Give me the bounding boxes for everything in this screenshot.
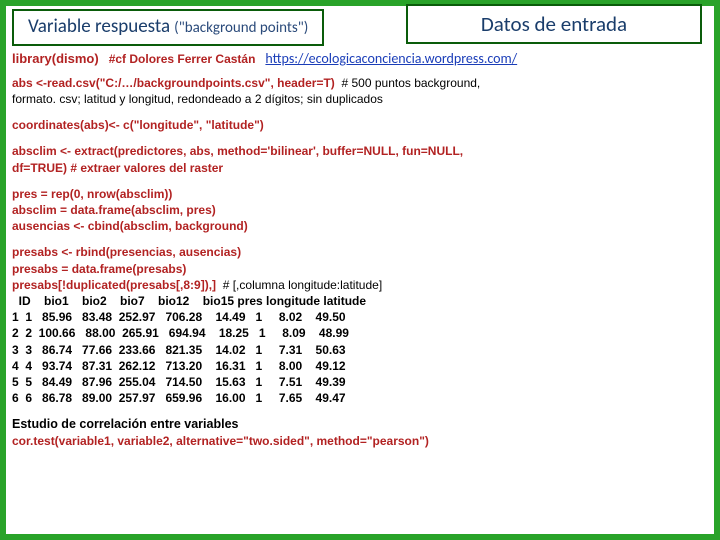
library-call: library(dismo)	[12, 50, 99, 68]
credit-row: library(dismo) #cf Dolores Ferrer Castán…	[12, 50, 708, 69]
presabs-df: presabs = data.frame(presabs)	[12, 262, 186, 276]
table-row: 6 6 86.78 89.00 257.97 659.96 16.00 1 7.…	[12, 391, 346, 405]
author-credit: #cf Dolores Ferrer Castán	[109, 51, 256, 67]
table-row: 5 5 84.49 87.96 255.04 714.50 15.63 1 7.…	[12, 375, 346, 389]
read-csv-line: abs <-read.csv("C:/…/backgroundpoints.cs…	[12, 76, 335, 90]
title-left-sub: ("background points")	[174, 16, 308, 40]
title-right-box: Datos de entrada	[406, 4, 702, 44]
extract-line-b: df=TRUE) # extraer valores del raster	[12, 161, 223, 175]
ausencias-line: ausencias <- cbind(absclim, background)	[12, 219, 248, 233]
study-title: Estudio de correlación entre variables	[12, 416, 708, 433]
title-left-main: Variable respuesta	[28, 15, 170, 39]
absclim-df-line: absclim = data.frame(absclim, pres)	[12, 203, 216, 217]
code-block-3: absclim <- extract(predictores, abs, met…	[12, 143, 708, 175]
coordinates-line: coordinates(abs)<- c("longitude", "latit…	[12, 118, 264, 132]
title-left-box: Variable respuesta ("background points")	[12, 9, 324, 46]
table-row: 4 4 93.74 87.31 262.12 713.20 16.31 1 8.…	[12, 359, 346, 373]
code-block-1: abs <-read.csv("C:/…/backgroundpoints.cs…	[12, 75, 708, 107]
table-row: 3 3 86.74 77.66 233.66 821.35 14.02 1 7.…	[12, 343, 346, 357]
table-header: ID bio1 bio2 bio7 bio12 bio15 pres longi…	[12, 294, 366, 308]
slide-content: library(dismo) #cf Dolores Ferrer Castán…	[12, 50, 708, 449]
cor-test-line: cor.test(variable1, variable2, alternati…	[12, 434, 429, 448]
table-row: 2 2 100.66 88.00 265.91 694.94 18.25 1 8…	[12, 326, 349, 340]
code-block-2: coordinates(abs)<- c("longitude", "latit…	[12, 117, 708, 133]
format-note: formato. csv; latitud y longitud, redond…	[12, 92, 383, 106]
source-link[interactable]: https://ecologicaconciencia.wordpress.co…	[265, 50, 517, 69]
extract-line-a: absclim <- extract(predictores, abs, met…	[12, 144, 463, 158]
code-block-4: pres = rep(0, nrow(absclim)) absclim = d…	[12, 186, 708, 235]
presabs-rbind: presabs <- rbind(presencias, ausencias)	[12, 245, 241, 259]
table-row: 1 1 85.96 83.48 252.97 706.28 14.49 1 8.…	[12, 310, 346, 324]
title-right-text: Datos de entrada	[481, 11, 627, 37]
dedup-comment: # [,columna longitude:latitude]	[216, 278, 382, 292]
code-block-5: presabs <- rbind(presencias, ausencias) …	[12, 244, 708, 406]
read-csv-comment: # 500 puntos background,	[335, 76, 480, 90]
correlation-study: Estudio de correlación entre variables c…	[12, 416, 708, 449]
presabs-dedup: presabs[!duplicated(presabs[,8:9]),]	[12, 278, 216, 292]
pres-line: pres = rep(0, nrow(absclim))	[12, 187, 172, 201]
